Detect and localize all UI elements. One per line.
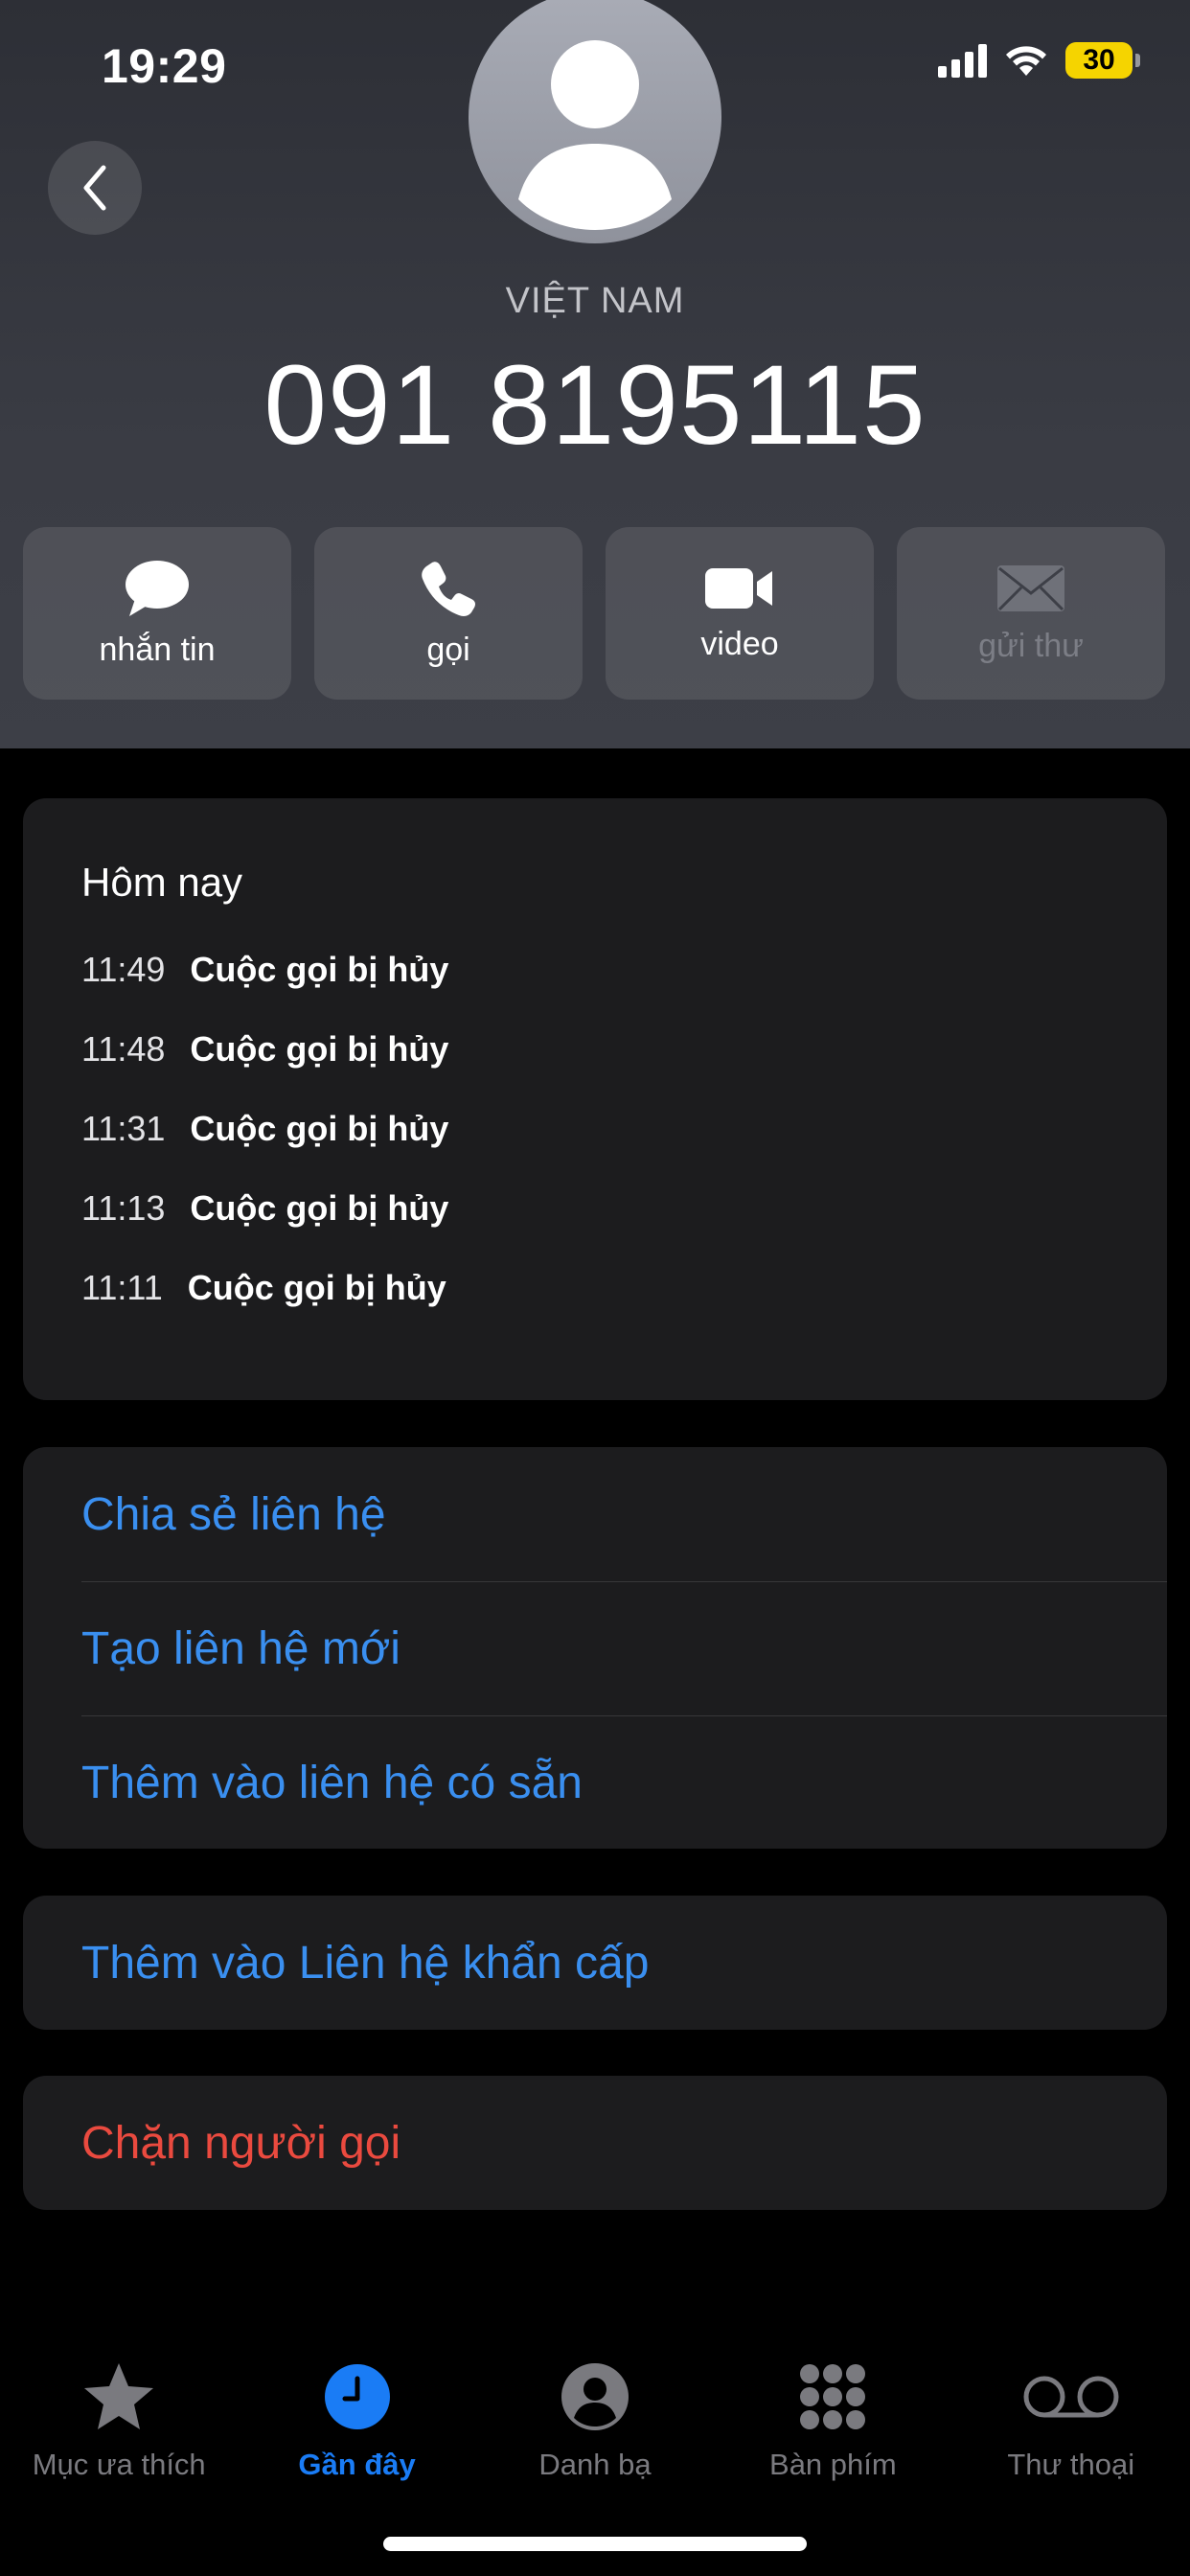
- video-label: video: [700, 625, 779, 662]
- history-date-heading: Hôm nay: [81, 860, 243, 905]
- wifi-icon: [1006, 46, 1046, 76]
- block-caller-label: Chặn người gọi: [81, 2117, 401, 2169]
- avatar: [469, 0, 721, 243]
- tab-favorites[interactable]: Mục ưa thích: [0, 2319, 238, 2511]
- history-time: 11:31: [81, 1108, 166, 1148]
- history-status: Cuộc gọi bị hủy: [187, 1267, 446, 1307]
- tab-label: Mục ưa thích: [32, 2448, 206, 2481]
- voicemail-icon: [1021, 2354, 1121, 2440]
- phone-icon: [422, 561, 475, 616]
- person-silhouette-icon: [518, 40, 672, 230]
- contact-country: VIỆT NAM: [505, 281, 685, 321]
- emergency-contact-card: Thêm vào Liên hệ khẩn cấp: [23, 1896, 1167, 2030]
- call-label: gọi: [426, 631, 470, 668]
- clock-icon: [324, 2354, 391, 2440]
- history-status: Cuộc gọi bị hủy: [190, 949, 449, 989]
- chevron-left-icon: [83, 165, 106, 211]
- create-contact-button[interactable]: Tạo liên hệ mới: [23, 1581, 1167, 1715]
- add-emergency-contact-button[interactable]: Thêm vào Liên hệ khẩn cấp: [23, 1896, 1167, 2030]
- tab-label: Gần đây: [298, 2448, 416, 2481]
- call-button[interactable]: gọi: [314, 527, 583, 700]
- tab-keypad[interactable]: Bàn phím: [714, 2319, 951, 2511]
- tab-contacts[interactable]: Danh bạ: [476, 2319, 714, 2511]
- tab-label: Thư thoại: [1007, 2448, 1135, 2481]
- status-time: 19:29: [102, 39, 227, 93]
- history-time: 11:49: [81, 949, 166, 989]
- message-bubble-icon: [126, 560, 189, 616]
- back-button[interactable]: [48, 141, 142, 235]
- add-to-existing-contact-label: Thêm vào liên hệ có sẵn: [81, 1757, 583, 1808]
- contact-options-card: Chia sẻ liên hệ Tạo liên hệ mới Thêm vào…: [23, 1447, 1167, 1849]
- keypad-icon: [797, 2354, 868, 2440]
- quick-actions: nhắn tin gọi video gửi thư: [23, 527, 1167, 700]
- video-camera-icon: [705, 567, 772, 609]
- person-circle-icon: [561, 2354, 629, 2440]
- call-detail-screen: 19:29 30 VIỆT NAM 091 8195115 nhắn tin g…: [0, 0, 1190, 2576]
- home-indicator[interactable]: [383, 2537, 807, 2551]
- create-contact-label: Tạo liên hệ mới: [81, 1622, 400, 1674]
- mail-icon: [997, 564, 1064, 611]
- video-button[interactable]: video: [606, 527, 874, 700]
- share-contact-label: Chia sẻ liên hệ: [81, 1488, 386, 1540]
- tab-label: Danh bạ: [538, 2448, 652, 2481]
- history-status: Cuộc gọi bị hủy: [190, 1187, 449, 1228]
- contact-header: 19:29 30 VIỆT NAM 091 8195115 nhắn tin g…: [0, 0, 1190, 748]
- tab-voicemail[interactable]: Thư thoại: [952, 2319, 1190, 2511]
- tab-recents[interactable]: Gần đây: [238, 2319, 475, 2511]
- history-row: 11:11 Cuộc gọi bị hủy: [81, 1241, 1167, 1334]
- block-caller-button[interactable]: Chặn người gọi: [23, 2076, 1167, 2210]
- phone-number: 091 8195115: [263, 342, 927, 469]
- block-caller-card: Chặn người gọi: [23, 2076, 1167, 2210]
- share-contact-button[interactable]: Chia sẻ liên hệ: [23, 1447, 1167, 1581]
- status-icons: 30: [938, 42, 1140, 79]
- message-button[interactable]: nhắn tin: [23, 527, 291, 700]
- call-history-card: Hôm nay 11:49 Cuộc gọi bị hủy 11:48 Cuộc…: [23, 798, 1167, 1400]
- mail-button[interactable]: gửi thư: [897, 527, 1165, 700]
- battery-icon: 30: [1065, 42, 1140, 79]
- cellular-signal-icon: [938, 43, 987, 78]
- history-status: Cuộc gọi bị hủy: [190, 1028, 449, 1069]
- history-status: Cuộc gọi bị hủy: [190, 1108, 449, 1148]
- message-label: nhắn tin: [99, 631, 216, 668]
- history-time: 11:13: [81, 1187, 166, 1228]
- tab-label: Bàn phím: [769, 2448, 897, 2481]
- history-time: 11:48: [81, 1028, 166, 1069]
- tab-bar: Mục ưa thích Gần đây Danh bạ Bàn phím Th…: [0, 2319, 1190, 2511]
- mail-label: gửi thư: [978, 627, 1084, 664]
- add-to-existing-contact-button[interactable]: Thêm vào liên hệ có sẵn: [23, 1715, 1167, 1850]
- history-time: 11:11: [81, 1267, 163, 1307]
- star-icon: [81, 2354, 156, 2440]
- add-emergency-contact-label: Thêm vào Liên hệ khẩn cấp: [81, 1937, 650, 1989]
